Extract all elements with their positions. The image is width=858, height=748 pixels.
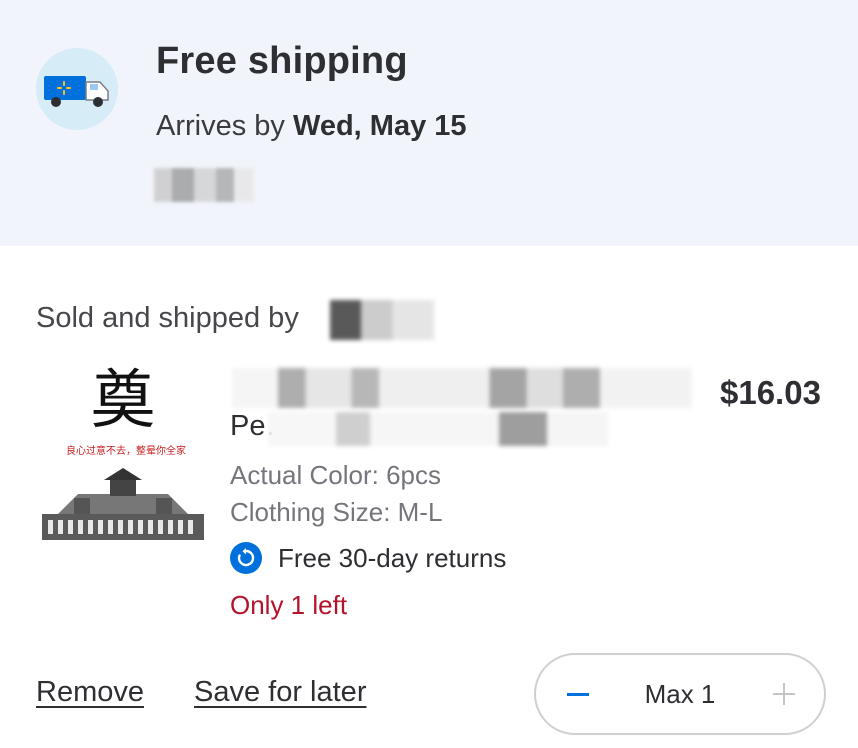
item-attribute-size: Clothing Size: M-L xyxy=(230,497,443,527)
arrival-date: Wed, May 15 xyxy=(292,110,467,142)
returns-info: Free 30-day returns xyxy=(230,540,506,576)
item-attribute-color: Actual Color: 6pcs xyxy=(230,460,441,490)
thumbnail-caption: 良心过意不去，整晕你全家 xyxy=(66,446,186,457)
sold-by-label: Sold and shipped by xyxy=(36,302,299,334)
shipping-banner: Free shipping Arrives by Wed, May 15 xyxy=(0,0,858,246)
redacted-product-title-line2 xyxy=(268,412,608,446)
product-thumbnail[interactable]: 奠 良心过意不去，整晕你全家 xyxy=(38,364,208,544)
returns-label: Free 30-day returns xyxy=(278,542,507,573)
remove-button[interactable]: Remove xyxy=(36,676,144,709)
shipping-title: Free shipping xyxy=(156,40,408,82)
thumbnail-building-graphic xyxy=(42,468,204,540)
redacted-seller-name xyxy=(330,300,434,340)
save-for-later-button[interactable]: Save for later xyxy=(194,676,366,709)
item-price: $16.03 xyxy=(720,374,821,411)
plus-icon[interactable] xyxy=(766,676,802,712)
stock-warning: Only 1 left xyxy=(230,590,348,620)
thumbnail-character: 奠 xyxy=(91,364,155,438)
redacted-zip-code xyxy=(154,168,254,202)
truck-badge xyxy=(36,48,118,130)
return-arrow-icon xyxy=(230,542,262,574)
arrives-prefix: Arrives by xyxy=(156,110,293,142)
quantity-stepper: Max 1 xyxy=(534,653,826,735)
redacted-product-title xyxy=(232,368,692,408)
delivery-truck-icon xyxy=(44,76,109,107)
arrival-info: Arrives by Wed, May 15 xyxy=(156,110,467,143)
